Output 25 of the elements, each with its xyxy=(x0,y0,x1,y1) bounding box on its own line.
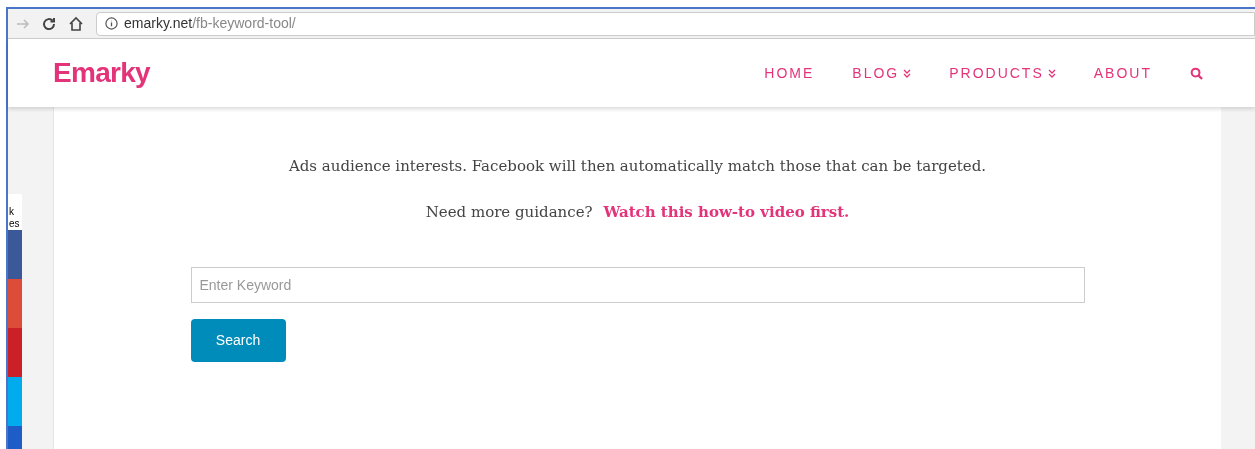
nav-link[interactable]: BLOG xyxy=(852,62,912,84)
forward-icon[interactable] xyxy=(16,16,30,31)
share-count-text: es xyxy=(8,218,21,230)
chevron-icon xyxy=(903,68,912,78)
share-count-text: k xyxy=(8,206,15,218)
share-button[interactable] xyxy=(8,230,22,279)
share-button[interactable] xyxy=(8,279,22,328)
site-logo[interactable]: Emarky xyxy=(53,52,150,94)
video-link[interactable]: Watch this how-to video first. xyxy=(603,203,850,221)
nav-link[interactable]: PRODUCTS xyxy=(949,62,1056,84)
keyword-field[interactable]: Enter Keyword xyxy=(190,267,1085,303)
share-button[interactable] xyxy=(8,377,22,426)
search-icon[interactable] xyxy=(1190,66,1203,80)
share-button[interactable] xyxy=(8,328,22,377)
search-button[interactable]: Search xyxy=(190,319,286,362)
address-bar[interactable]: emarky.net/fb-keyword-tool/ xyxy=(96,11,1255,36)
nav-link[interactable]: HOME xyxy=(764,62,815,84)
intro-text: Ads audience interests. Facebook will then automatically match those that can be targeted. xyxy=(288,156,987,176)
info-icon xyxy=(105,17,118,30)
chevron-icon xyxy=(1047,68,1056,78)
home-icon[interactable] xyxy=(68,15,84,32)
reload-icon[interactable] xyxy=(42,16,56,31)
url-text: emarky.net/fb-keyword-tool/ xyxy=(124,14,296,33)
nav-link[interactable]: ABOUT xyxy=(1093,62,1152,84)
guidance-text: Need more guidance? Watch this how-to video first. xyxy=(425,202,850,222)
